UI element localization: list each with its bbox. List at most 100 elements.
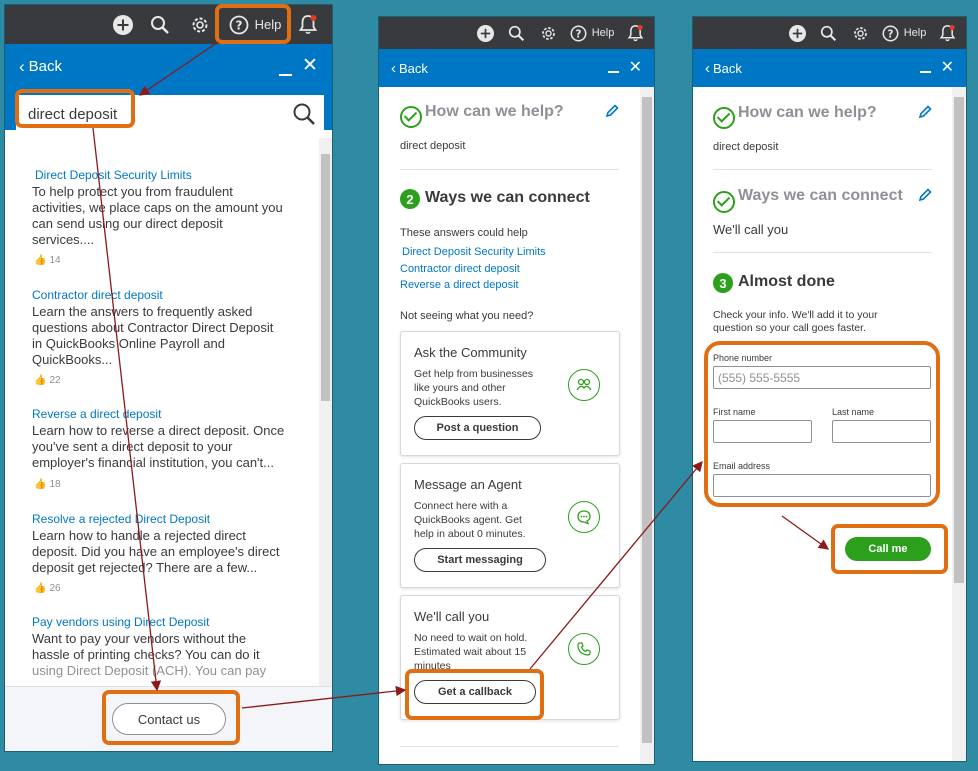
close-icon[interactable]: ✕ — [302, 56, 318, 75]
gear-icon[interactable] — [180, 10, 220, 40]
svg-text:?: ? — [235, 18, 242, 32]
like-count-value: 14 — [49, 255, 61, 266]
result-title[interactable]: Pay vendors using Direct Deposit — [32, 615, 209, 629]
answers-intro: These answers could help — [400, 227, 528, 239]
edit-pencil-icon[interactable] — [605, 104, 619, 118]
gear-icon[interactable] — [844, 20, 876, 46]
answer-link[interactable]: Contractor direct deposit — [400, 263, 520, 275]
back-button[interactable]: ‹ Back — [391, 61, 428, 76]
message-agent-card[interactable]: Message an Agent Connect here with a Qui… — [400, 463, 620, 588]
search-icon[interactable] — [812, 20, 844, 46]
back-label: Back — [399, 60, 428, 76]
first-name-label: First name — [713, 407, 756, 417]
result-line: Want to pay your vendors without the — [32, 631, 247, 646]
card-line: minutes — [414, 660, 451, 672]
community-icon — [568, 369, 600, 401]
result-title[interactable]: Reverse a direct deposit — [32, 407, 161, 421]
get-callback-label: Get a callback — [438, 686, 512, 698]
help-label: Help — [254, 17, 282, 32]
back-label: Back — [28, 58, 63, 75]
search-box[interactable]: direct deposit — [16, 95, 324, 133]
panel-header: ‹ Back ✕ — [693, 49, 966, 87]
chat-bubble-icon — [568, 501, 600, 533]
call-me-button[interactable]: Call me — [845, 537, 931, 561]
post-question-button[interactable]: Post a question — [414, 416, 541, 440]
divider — [713, 169, 932, 170]
minimize-icon[interactable] — [607, 71, 619, 73]
card-line: QuickBooks users. — [414, 396, 502, 408]
scrollbar-thumb[interactable] — [954, 97, 964, 583]
result-title[interactable]: Resolve a rejected Direct Deposit — [32, 512, 210, 526]
like-count: 👍 26 — [34, 583, 61, 594]
like-count: 👍 18 — [34, 479, 61, 490]
well-call-you-card[interactable]: We'll call you No need to wait on hold. … — [400, 595, 620, 720]
contact-us-button[interactable]: Contact us — [112, 703, 226, 735]
first-name-input[interactable] — [713, 420, 812, 443]
result-title[interactable]: Contractor direct deposit — [32, 288, 163, 302]
panel-scrollbar[interactable] — [640, 87, 654, 764]
add-icon[interactable] — [106, 10, 140, 40]
get-callback-button[interactable]: Get a callback — [414, 680, 536, 704]
back-button[interactable]: ‹ Back — [705, 61, 742, 76]
thumbs-up-icon: 👍 — [34, 375, 47, 386]
help-menu[interactable]: ? Help — [220, 10, 290, 40]
thumbs-up-icon: 👍 — [34, 583, 47, 594]
check-info-line: question so your call goes faster. — [713, 322, 866, 334]
top-toolbar: ? Help — [693, 17, 966, 49]
start-messaging-label: Start messaging — [437, 554, 523, 566]
answer-link[interactable]: Reverse a direct deposit — [400, 279, 519, 291]
minimize-icon[interactable] — [279, 74, 292, 76]
minimize-icon[interactable] — [919, 71, 931, 73]
result-line: using Direct Deposit (ACH). You can pay — [32, 663, 267, 678]
chevron-left-icon: ‹ — [705, 59, 710, 77]
help-label: Help — [591, 27, 615, 39]
search-input[interactable]: direct deposit — [28, 106, 117, 123]
scrollbar-thumb[interactable] — [642, 97, 652, 743]
like-count: 👍 22 — [34, 375, 61, 386]
result-line: in QuickBooks Online Payroll and — [32, 336, 225, 351]
post-question-label: Post a question — [436, 422, 519, 434]
add-icon[interactable] — [782, 20, 812, 46]
close-icon[interactable]: ✕ — [941, 60, 954, 76]
results-scrollbar[interactable] — [319, 138, 332, 686]
search-icon[interactable] — [292, 102, 316, 126]
close-icon[interactable]: ✕ — [629, 60, 642, 76]
top-toolbar: ? Help — [379, 17, 654, 49]
search-icon[interactable] — [500, 20, 532, 46]
notification-bell-icon[interactable] — [932, 20, 962, 46]
start-messaging-button[interactable]: Start messaging — [414, 548, 546, 572]
done-heading: Almost done — [738, 273, 835, 290]
gear-icon[interactable] — [532, 20, 564, 46]
result-line: deposit. Did you have an employee's dire… — [32, 544, 280, 559]
edit-pencil-icon[interactable] — [918, 188, 932, 202]
edit-pencil-icon[interactable] — [918, 105, 932, 119]
notification-bell-icon[interactable] — [290, 10, 326, 40]
help-icon: ? — [229, 15, 249, 34]
result-title[interactable]: Direct Deposit Security Limits — [35, 168, 192, 182]
phone-placeholder: (555) 555-5555 — [718, 370, 801, 385]
result-line: QuickBooks... — [32, 352, 113, 367]
top-toolbar: ? Help — [5, 5, 332, 44]
panel-scrollbar[interactable] — [952, 87, 966, 761]
result-line: questions about Contractor Direct Deposi… — [32, 320, 274, 335]
help-menu[interactable]: ? Help — [876, 20, 932, 46]
thumbs-up-icon: 👍 — [34, 479, 47, 490]
phone-number-input[interactable]: (555) 555-5555 — [713, 366, 931, 389]
help-panel-search-results: ? Help ‹ Back ✕ direct deposit Direct De… — [5, 5, 332, 751]
email-address-input[interactable] — [713, 474, 931, 497]
help-icon: ? — [570, 25, 587, 41]
ask-community-card[interactable]: Ask the Community Get help from business… — [400, 331, 620, 456]
help-menu[interactable]: ? Help — [564, 20, 620, 46]
result-line: Learn how to reverse a direct deposit. O… — [32, 423, 285, 438]
divider — [400, 746, 619, 747]
divider — [400, 169, 619, 170]
check-info-line: Check your info. We'll add it to your — [713, 309, 878, 321]
notification-bell-icon[interactable] — [620, 20, 650, 46]
answer-link[interactable]: Direct Deposit Security Limits — [402, 246, 546, 258]
back-button[interactable]: ‹ Back — [19, 58, 62, 75]
scrollbar-thumb[interactable] — [321, 154, 330, 401]
last-name-input[interactable] — [832, 420, 931, 443]
add-icon[interactable] — [470, 20, 500, 46]
card-line: No need to wait on hold. — [414, 632, 528, 644]
search-icon[interactable] — [140, 10, 180, 40]
